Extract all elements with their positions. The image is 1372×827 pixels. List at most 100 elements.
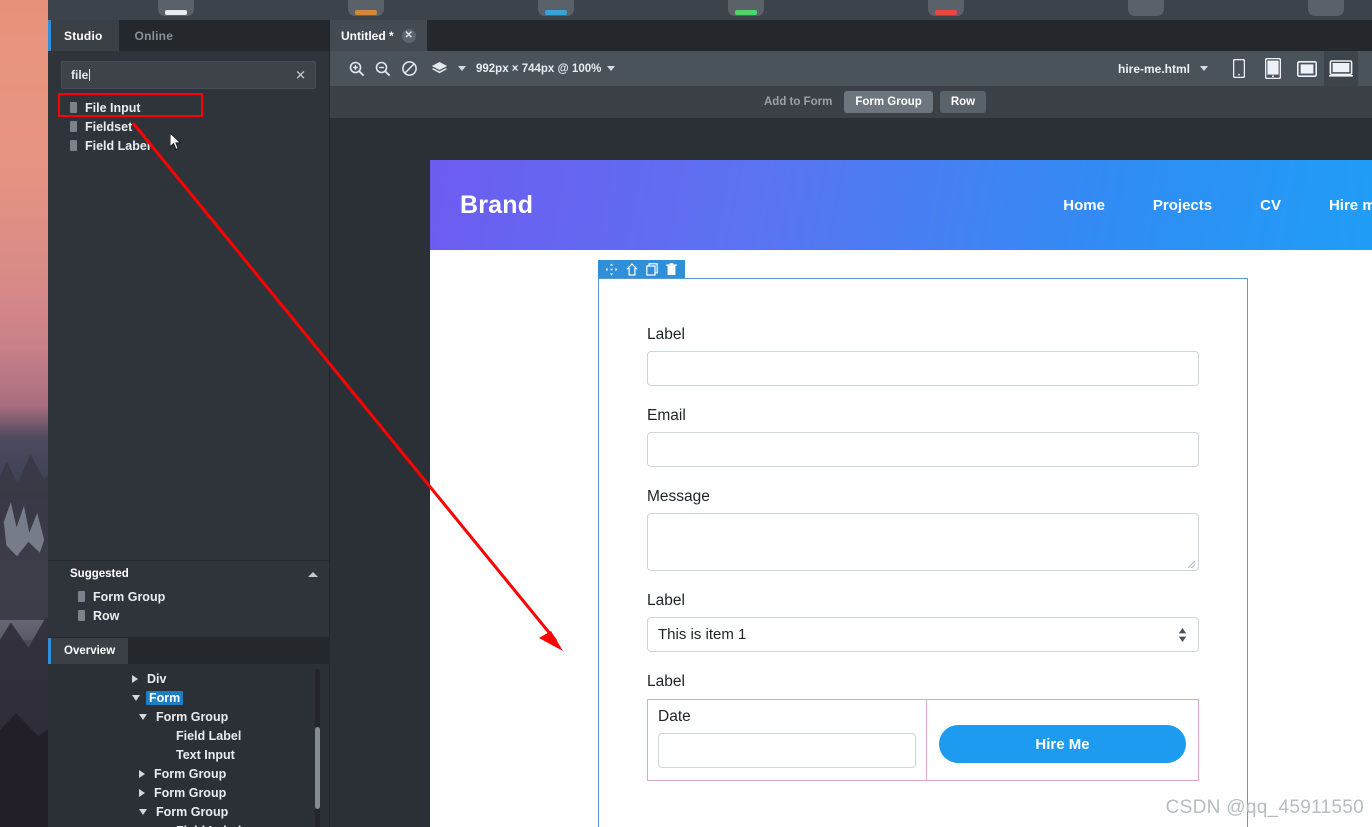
- filename-label[interactable]: hire-me.html: [1118, 62, 1194, 76]
- component-icon: [70, 140, 77, 151]
- dock-icon-glyph: [735, 10, 757, 15]
- row-container[interactable]: Date Hire Me: [647, 699, 1199, 781]
- nav-link-projects[interactable]: Projects: [1153, 197, 1212, 214]
- close-icon[interactable]: ✕: [402, 29, 416, 43]
- email-input[interactable]: [647, 432, 1199, 467]
- tree-node-form[interactable]: Form: [48, 688, 329, 707]
- device-desktop-icon[interactable]: [1324, 51, 1358, 86]
- select-parent-arrow-icon[interactable]: [623, 261, 640, 278]
- select-spinner-icon[interactable]: [1178, 627, 1187, 643]
- result-item-file-input[interactable]: File Input: [48, 98, 329, 117]
- dock-icon-code-editor[interactable]: [538, 0, 574, 16]
- layers-icon[interactable]: [426, 56, 452, 82]
- zoom-out-icon[interactable]: [370, 56, 396, 82]
- tree-node-form-group-2[interactable]: Form Group: [48, 764, 329, 783]
- twisty-closed-icon[interactable]: [139, 789, 145, 797]
- move-icon[interactable]: [603, 261, 620, 278]
- result-label: Fieldset: [85, 120, 132, 134]
- duplicate-icon[interactable]: [643, 261, 660, 278]
- clear-search-icon[interactable]: ✕: [295, 69, 306, 82]
- tree-node-form-group-4[interactable]: Form Group: [48, 802, 329, 821]
- dock-icon-app-7[interactable]: [1308, 0, 1344, 16]
- hire-me-button-label: Hire Me: [1035, 736, 1089, 753]
- component-icon: [70, 102, 77, 113]
- search-container: file ✕: [48, 51, 329, 89]
- search-input[interactable]: file ✕: [61, 61, 316, 89]
- dock-icon-glyph: [935, 10, 957, 15]
- dimensions-chevron-down-icon[interactable]: [607, 66, 615, 71]
- dock-icon-browser[interactable]: [928, 0, 964, 16]
- document-tab-untitled[interactable]: Untitled * ✕: [330, 20, 427, 51]
- zoom-in-icon[interactable]: [344, 56, 370, 82]
- add-form-group-label: Form Group: [855, 96, 921, 108]
- dock-icon-glyph: [1135, 10, 1157, 15]
- twisty-open-icon[interactable]: [139, 714, 147, 720]
- tree-node-form-group-1[interactable]: Form Group: [48, 707, 329, 726]
- overview-section: Overview Div Form Form Group F: [48, 637, 329, 827]
- device-tablet-landscape-icon[interactable]: [1290, 51, 1324, 86]
- add-row-button[interactable]: Row: [940, 91, 986, 113]
- tab-online-label: Online: [135, 29, 174, 43]
- dock-icon-spotify[interactable]: [728, 0, 764, 16]
- component-icon: [78, 591, 85, 602]
- tab-overview[interactable]: Overview: [48, 638, 128, 664]
- date-input[interactable]: [658, 733, 916, 768]
- tree-scrollbar-thumb[interactable]: [315, 727, 320, 809]
- tree-node-label: Form Group: [151, 786, 229, 800]
- tree-node-form-group-3[interactable]: Form Group: [48, 783, 329, 802]
- add-form-group-button[interactable]: Form Group: [844, 91, 932, 113]
- nav-link-cv[interactable]: CV: [1260, 197, 1281, 214]
- editor-area: Untitled * ✕: [330, 20, 1372, 827]
- select-dropdown[interactable]: This is item 1: [647, 617, 1199, 652]
- tab-online[interactable]: Online: [119, 20, 190, 51]
- tree-node-field-label-2[interactable]: Field Label: [48, 821, 329, 827]
- caret-up-icon[interactable]: [308, 572, 318, 577]
- dock-icon-glyph: [165, 10, 187, 15]
- preview-page: Brand Home Projects CV Hire me: [430, 160, 1372, 827]
- resize-grip-icon[interactable]: [1187, 560, 1196, 569]
- dock-icon-app-6[interactable]: [1128, 0, 1164, 16]
- tree-scrollbar-track[interactable]: [315, 669, 320, 827]
- selection-toolbar: [598, 260, 685, 278]
- dock-icon-finder[interactable]: [158, 0, 194, 16]
- tree-node-div[interactable]: Div: [48, 669, 329, 688]
- overview-tab-bar: Overview: [48, 638, 329, 664]
- tree-node-label: Text Input: [173, 748, 238, 762]
- canvas-dimensions[interactable]: 992px × 744px @ 100%: [476, 63, 601, 75]
- nav-link-hire-me[interactable]: Hire me: [1329, 197, 1372, 214]
- brand-logo[interactable]: Brand: [460, 191, 533, 220]
- search-input-value: file: [62, 68, 88, 82]
- twisty-closed-icon[interactable]: [139, 770, 145, 778]
- field-label: Message: [647, 488, 1199, 506]
- twisty-closed-icon[interactable]: [132, 675, 138, 683]
- tree-node-label: Div: [144, 672, 169, 686]
- design-canvas[interactable]: Brand Home Projects CV Hire me: [330, 119, 1372, 827]
- tab-studio[interactable]: Studio: [48, 20, 119, 51]
- suggested-item-form-group[interactable]: Form Group: [48, 587, 329, 606]
- device-phone-icon[interactable]: [1222, 51, 1256, 86]
- dock-icon-glyph: [545, 10, 567, 15]
- twisty-open-icon[interactable]: [132, 695, 140, 701]
- desktop-wallpaper: [0, 0, 48, 827]
- device-tablet-icon[interactable]: [1256, 51, 1290, 86]
- suggested-header: Suggested: [48, 561, 329, 587]
- contrast-icon[interactable]: [396, 56, 422, 82]
- form-container[interactable]: Label Email Message: [598, 278, 1248, 827]
- text-input-1[interactable]: [647, 351, 1199, 386]
- hire-me-button[interactable]: Hire Me: [939, 725, 1186, 763]
- message-textarea[interactable]: [647, 513, 1199, 571]
- delete-icon[interactable]: [663, 261, 680, 278]
- nav-link-home[interactable]: Home: [1063, 197, 1105, 214]
- filename-chevron-down-icon[interactable]: [1200, 66, 1208, 71]
- dock-icon-terminal[interactable]: [348, 0, 384, 16]
- result-item-field-label[interactable]: Field Label: [48, 136, 329, 155]
- twisty-open-icon[interactable]: [139, 809, 147, 815]
- result-item-fieldset[interactable]: Fieldset: [48, 117, 329, 136]
- search-results-list: File Input Fieldset Field Label: [48, 98, 329, 155]
- tree-node-label: Field Label: [173, 824, 244, 827]
- tree-node-text-input[interactable]: Text Input: [48, 745, 329, 764]
- layers-chevron-down-icon[interactable]: [458, 66, 466, 71]
- suggested-item-row[interactable]: Row: [48, 606, 329, 625]
- tree-node-field-label-1[interactable]: Field Label: [48, 726, 329, 745]
- tree-node-label: Form Group: [153, 710, 231, 724]
